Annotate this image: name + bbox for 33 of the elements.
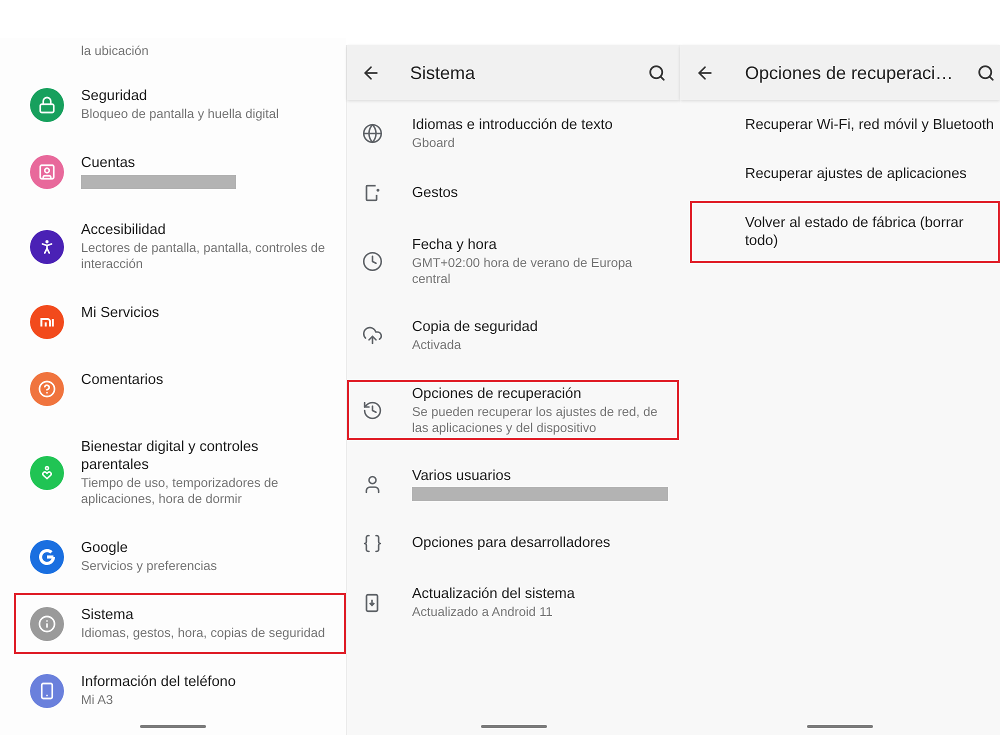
settings-item[interactable]: Comentarios [14,358,346,419]
recovery-option[interactable]: Recuperar ajustes de aplicaciones [690,152,1000,196]
recovery-option[interactable]: Volver al estado de fábrica (borrar todo) [690,200,1000,262]
settings-item[interactable]: Sistema Idiomas, gestos, hora, copias de seguridad [14,593,346,654]
settings-item[interactable]: Copia de seguridad Activada [347,314,679,358]
settings-item[interactable]: Bienestar digital y controles parentales Tiempo de uso, temporizadores de aplicaciones, hora de dormir [14,425,346,520]
clock-icon [362,250,382,272]
globe-icon [362,122,382,144]
search-icon [977,64,995,82]
braces-icon [362,532,382,554]
settings-item[interactable]: Opciones para desarrolladores [347,528,679,558]
settings-item[interactable]: Opciones de recuperación Se pueden recuperar los ajustes de red, de las aplicaciones y del dispositivo [347,380,679,440]
setting-subtitle: la ubicación [81,43,149,58]
navigation-handle [140,725,206,728]
settings-item[interactable]: Cuentas [14,141,346,202]
settings-item[interactable]: Accesibilidad Lectores de pantalla, pantalla, controles de interacción [14,208,346,285]
settings-item[interactable]: Mi Servicios [14,291,346,352]
settings-item[interactable]: Seguridad Bloqueo de pantalla y huella digital [14,74,346,135]
navigation-handle [807,725,873,728]
settings-item[interactable]: Actualización del sistema Actualizado a Android 11 [347,580,679,625]
screen-title: Opciones de recuperaci… [745,62,954,84]
screen-title: Sistema [410,62,476,84]
history-icon [362,400,382,421]
cloud-upload-icon [362,325,382,346]
settings-item[interactable]: Información del teléfono Mi A3 [14,660,346,721]
recovery-option[interactable]: Recuperar Wi-Fi, red móvil y Bluetooth [690,102,1000,146]
navigation-handle [480,725,546,728]
settings-item[interactable]: Fecha y hora GMT+02:00 hora de verano de Europa central [347,231,679,292]
settings-item[interactable]: Google Servicios y preferencias [14,526,346,587]
settings-item[interactable]: Gestos [347,178,679,209]
search-icon [648,64,666,82]
settings-item[interactable]: Varios usuarios [347,462,679,506]
settings-item[interactable]: Idiomas e introducción de texto Gboard [347,111,679,156]
